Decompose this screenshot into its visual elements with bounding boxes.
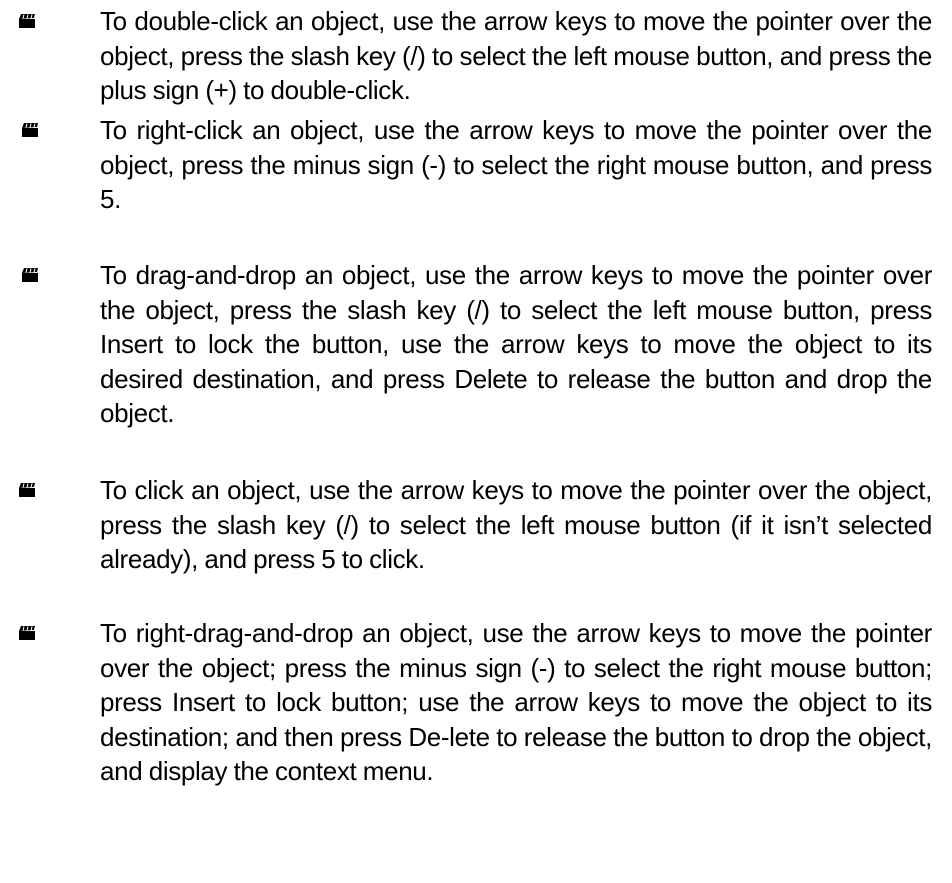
clapperboard-icon <box>18 483 36 497</box>
bullet-text: To double-click an object, use the arrow… <box>100 6 932 105</box>
bullet-text: To click an object, use the arrow keys t… <box>100 475 932 574</box>
bullet-text: To right-click an object, use the arrow … <box>100 115 932 214</box>
instruction-page: To double-click an object, use the arrow… <box>0 0 952 883</box>
bullet-text: To drag-and-drop an object, use the arro… <box>100 260 932 428</box>
clapperboard-icon <box>21 268 39 282</box>
clapperboard-icon <box>21 123 39 137</box>
bullet-text: To right-drag-and-drop an object, use th… <box>100 618 932 786</box>
clapperboard-icon <box>18 14 36 28</box>
clapperboard-icon <box>18 626 36 640</box>
